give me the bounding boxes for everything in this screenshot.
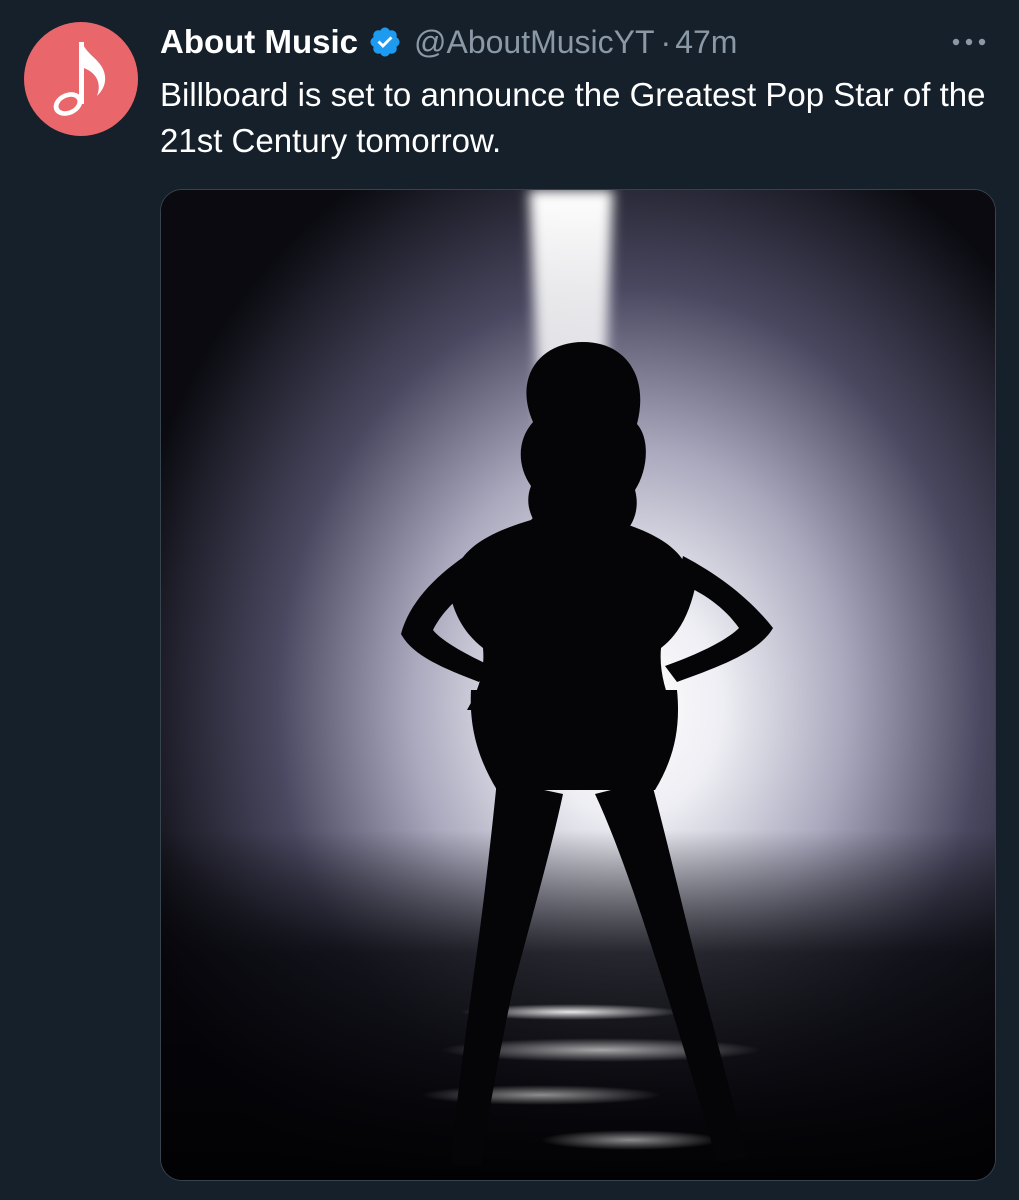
tweet-text: Billboard is set to announce the Greates… <box>160 76 986 159</box>
verified-badge-icon <box>368 25 402 59</box>
tweet-timestamp[interactable]: 47m <box>675 24 737 61</box>
header-separator: · <box>660 23 672 60</box>
tweet-media-image[interactable] <box>160 189 996 1181</box>
tweet-header: About Music @AboutMusicYT · 47m <box>160 20 737 64</box>
more-dots-icon <box>952 38 986 46</box>
author-display-name[interactable]: About Music <box>160 23 358 61</box>
author-handle[interactable]: @AboutMusicYT <box>414 24 655 61</box>
silhouette-photo <box>161 190 995 1180</box>
music-note-icon <box>53 42 106 116</box>
more-options-button[interactable] <box>945 22 993 62</box>
avatar[interactable] <box>24 22 138 136</box>
tweet[interactable]: About Music @AboutMusicYT · 47m Billboar… <box>0 0 1019 1200</box>
